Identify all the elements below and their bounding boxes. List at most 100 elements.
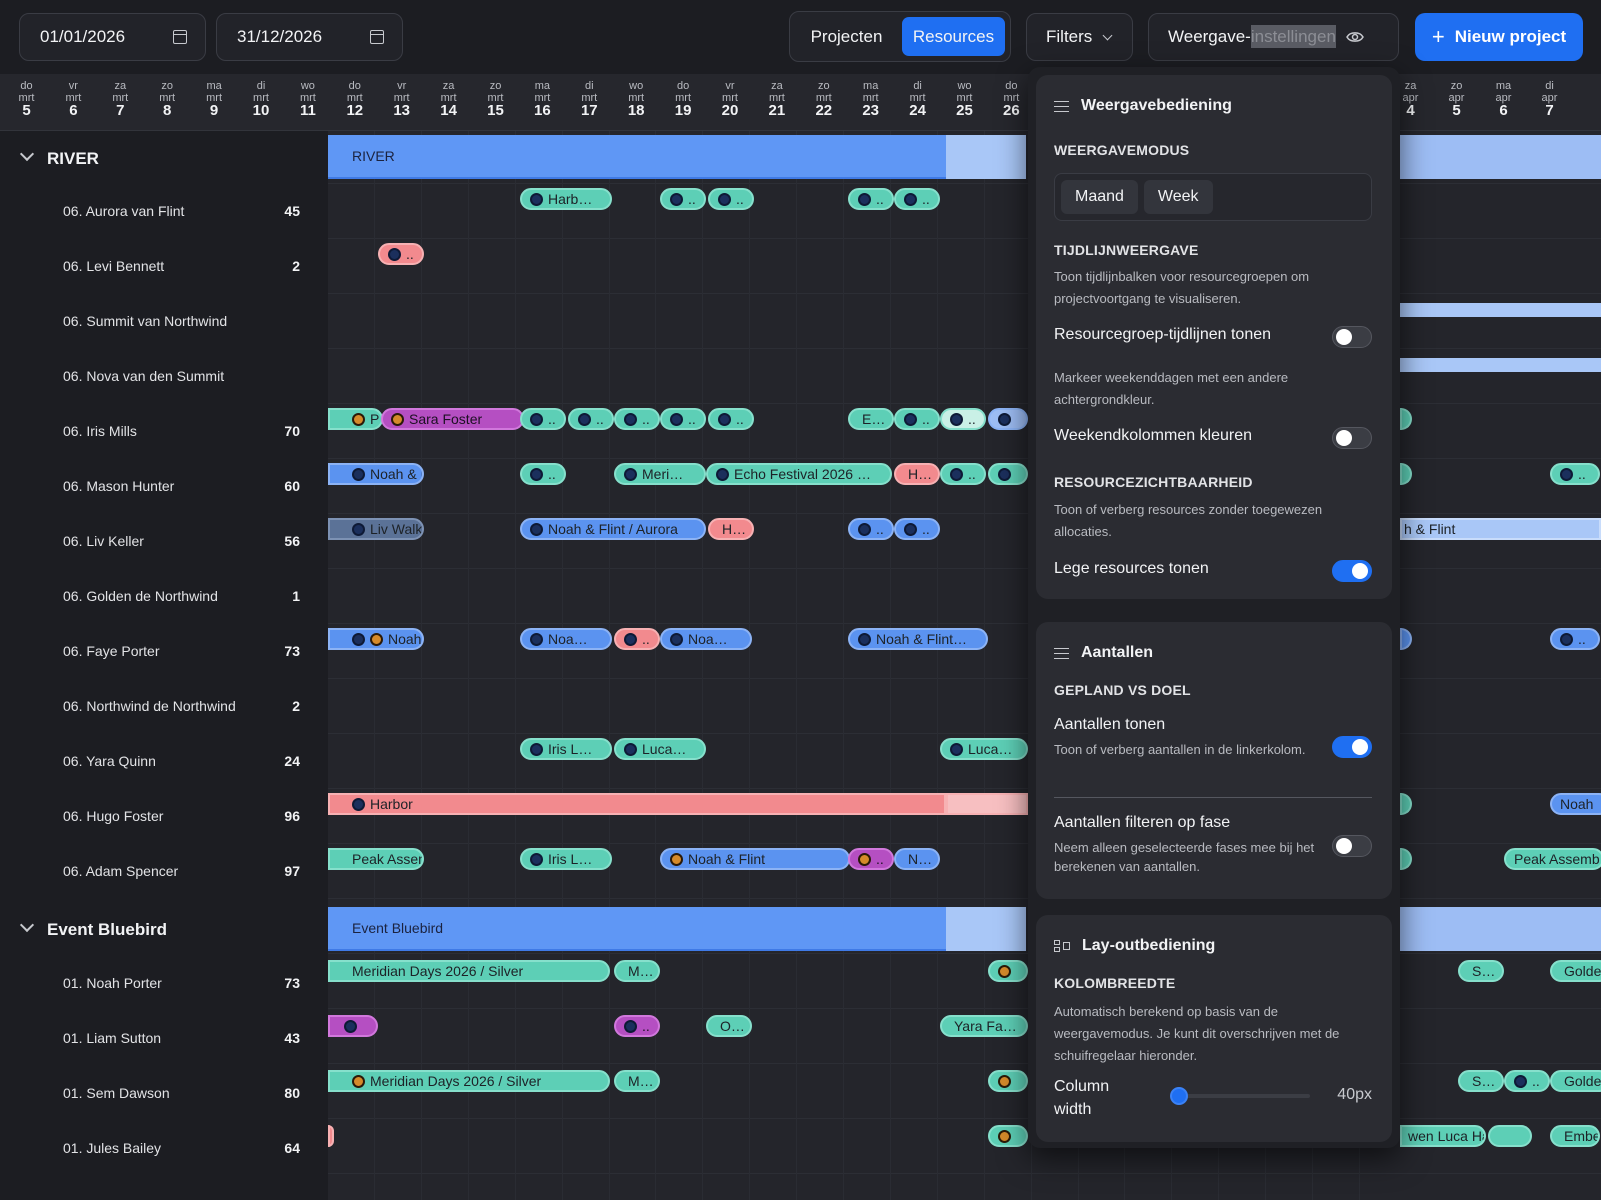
allocation-pill[interactable] bbox=[328, 1125, 334, 1147]
resource-row[interactable]: 06. Levi Bennett 2 bbox=[0, 238, 328, 294]
chevron-down-icon[interactable] bbox=[19, 146, 35, 162]
resource-row[interactable]: 01. Sem Dawson 80 bbox=[0, 1065, 328, 1121]
weekend-toggle[interactable] bbox=[1332, 427, 1372, 449]
allocation-pill[interactable]: Sara Foster bbox=[381, 408, 524, 430]
allocation-pill[interactable]: Meridian Days 2026 / Silver bbox=[328, 1070, 610, 1092]
allocation-pill[interactable]: .. bbox=[894, 518, 940, 540]
allocation-pill[interactable]: h & Flint bbox=[1400, 518, 1601, 540]
allocation-pill[interactable]: .. bbox=[568, 408, 614, 430]
allocation-pill[interactable]: O… bbox=[706, 1015, 752, 1037]
resource-row[interactable]: 06. Nova van den Summit bbox=[0, 348, 328, 404]
group-header-river[interactable]: RIVER bbox=[0, 131, 328, 187]
allocation-pill[interactable]: Golde bbox=[1550, 1070, 1601, 1092]
allocation-pill[interactable]: Noa… bbox=[520, 628, 612, 650]
allocation-pill[interactable]: E… bbox=[848, 408, 894, 430]
allocation-pill[interactable] bbox=[988, 1070, 1028, 1092]
allocation-pill[interactable] bbox=[988, 1125, 1028, 1147]
allocation-pill[interactable]: Noah & Flint / Aurora bbox=[520, 518, 706, 540]
resource-row[interactable]: 01. Liam Sutton 43 bbox=[0, 1010, 328, 1066]
allocation-bar[interactable] bbox=[1400, 303, 1601, 317]
allocation-pill[interactable]: .. bbox=[1504, 1070, 1550, 1092]
allocation-pill[interactable]: Embe bbox=[1550, 1125, 1600, 1147]
allocation-pill[interactable]: .. bbox=[1550, 463, 1600, 485]
tab-resources[interactable]: Resources bbox=[902, 17, 1005, 56]
filters-button[interactable]: Filters bbox=[1026, 13, 1133, 61]
allocation-pill[interactable]: Iris L… bbox=[520, 848, 612, 870]
allocation-pill[interactable]: N… bbox=[894, 848, 940, 870]
allocation-pill[interactable]: Liv Walker bbox=[328, 518, 424, 540]
allocation-pill[interactable]: Noah & Flint bbox=[660, 848, 850, 870]
allocation-pill[interactable]: Noah & Flint bbox=[328, 628, 424, 650]
resource-row[interactable]: 06. Golden de Northwind 1 bbox=[0, 568, 328, 624]
allocation-pill[interactable]: Luca… bbox=[940, 738, 1028, 760]
allocation-pill[interactable]: .. bbox=[940, 408, 986, 430]
allocation-pill[interactable] bbox=[1400, 408, 1412, 430]
resource-row[interactable]: 06. Adam Spencer 97 bbox=[0, 843, 328, 899]
allocation-pill[interactable]: Noah bbox=[1550, 793, 1601, 815]
resource-row[interactable]: 01. Noah Porter 73 bbox=[0, 955, 328, 1011]
allocation-pill[interactable]: .. bbox=[614, 628, 660, 650]
column-width-slider-handle[interactable] bbox=[1170, 1087, 1188, 1105]
allocation-pill[interactable]: .. bbox=[848, 188, 894, 210]
column-width-slider-track[interactable] bbox=[1170, 1094, 1310, 1098]
allocation-pill[interactable]: .. bbox=[894, 188, 940, 210]
visibility-toggle[interactable] bbox=[1332, 560, 1372, 582]
allocation-pill[interactable] bbox=[1400, 628, 1412, 650]
allocation-pill[interactable]: Yara Fa… bbox=[940, 1015, 1028, 1037]
group-timeline-bar[interactable]: RIVER bbox=[328, 135, 946, 179]
allocation-pill[interactable]: Peak Assemb bbox=[1504, 848, 1601, 870]
end-date-field[interactable]: 31/12/2026 bbox=[216, 13, 403, 61]
resource-row[interactable]: 06. Summit van Northwind bbox=[0, 293, 328, 349]
show-counts-toggle[interactable] bbox=[1332, 736, 1372, 758]
chevron-down-icon[interactable] bbox=[19, 917, 35, 933]
resource-row[interactable]: 06. Hugo Foster 96 bbox=[0, 788, 328, 844]
allocation-pill[interactable]: .. bbox=[520, 408, 566, 430]
mode-week-button[interactable]: Week bbox=[1143, 180, 1213, 214]
resource-row[interactable]: 06. Aurora van Flint 45 bbox=[0, 183, 328, 239]
calendar-icon[interactable] bbox=[370, 30, 384, 44]
timeline-toggle[interactable] bbox=[1332, 326, 1372, 348]
allocation-pill[interactable] bbox=[988, 408, 1028, 430]
allocation-pill[interactable]: Meridian Days 2026 / Silver bbox=[328, 960, 610, 982]
allocation-pill[interactable]: Noah & Flint… bbox=[328, 463, 424, 485]
allocation-pill[interactable] bbox=[988, 463, 1028, 485]
allocation-pill[interactable]: P bbox=[328, 408, 383, 430]
allocation-pill[interactable] bbox=[1400, 793, 1412, 815]
allocation-pill[interactable] bbox=[1400, 463, 1412, 485]
allocation-pill[interactable]: .. bbox=[894, 408, 940, 430]
allocation-pill[interactable]: .. bbox=[940, 463, 986, 485]
resource-row[interactable]: 06. Liv Keller 56 bbox=[0, 513, 328, 569]
calendar-icon[interactable] bbox=[173, 30, 187, 44]
tab-projects[interactable]: Projecten bbox=[795, 17, 898, 56]
allocation-pill[interactable] bbox=[988, 960, 1028, 982]
allocation-pill[interactable]: .. bbox=[848, 848, 894, 870]
allocation-pill[interactable]: Iris L… bbox=[520, 738, 612, 760]
allocation-pill[interactable]: S… bbox=[1458, 1070, 1504, 1092]
allocation-pill[interactable]: M… bbox=[614, 960, 660, 982]
allocation-pill[interactable]: .. bbox=[614, 1015, 660, 1037]
allocation-bar[interactable] bbox=[1400, 358, 1601, 372]
display-settings-button[interactable]: Weergave-instellingen bbox=[1148, 13, 1399, 61]
allocation-pill[interactable]: .. bbox=[708, 408, 754, 430]
allocation-pill[interactable]: Noah & Flint… bbox=[848, 628, 988, 650]
allocation-pill[interactable]: Meri… bbox=[614, 463, 706, 485]
group-header-event-bluebird[interactable]: Event Bluebird bbox=[0, 902, 328, 958]
resource-row[interactable]: 06. Yara Quinn 24 bbox=[0, 733, 328, 789]
allocation-pill-tail[interactable] bbox=[946, 793, 1028, 815]
allocation-pill[interactable]: Harb… bbox=[520, 188, 612, 210]
resource-row[interactable]: 06. Faye Porter 73 bbox=[0, 623, 328, 679]
allocation-pill[interactable] bbox=[1400, 848, 1412, 870]
allocation-pill[interactable]: M… bbox=[614, 1070, 660, 1092]
allocation-pill[interactable] bbox=[328, 1015, 378, 1037]
new-project-button[interactable]: + Nieuw project bbox=[1415, 13, 1583, 61]
allocation-pill[interactable]: .. bbox=[660, 188, 706, 210]
allocation-pill[interactable]: .. bbox=[520, 463, 566, 485]
allocation-pill[interactable]: .. bbox=[848, 518, 894, 540]
allocation-pill[interactable]: .. bbox=[614, 408, 660, 430]
allocation-pill[interactable]: Luca… bbox=[614, 738, 706, 760]
allocation-pill[interactable]: .. bbox=[1550, 628, 1600, 650]
allocation-pill[interactable]: Peak Assembly 2026 / Rul bbox=[328, 848, 424, 870]
mode-month-button[interactable]: Maand bbox=[1061, 180, 1138, 214]
allocation-pill[interactable]: S… bbox=[1458, 960, 1504, 982]
allocation-pill[interactable]: H… bbox=[894, 463, 940, 485]
